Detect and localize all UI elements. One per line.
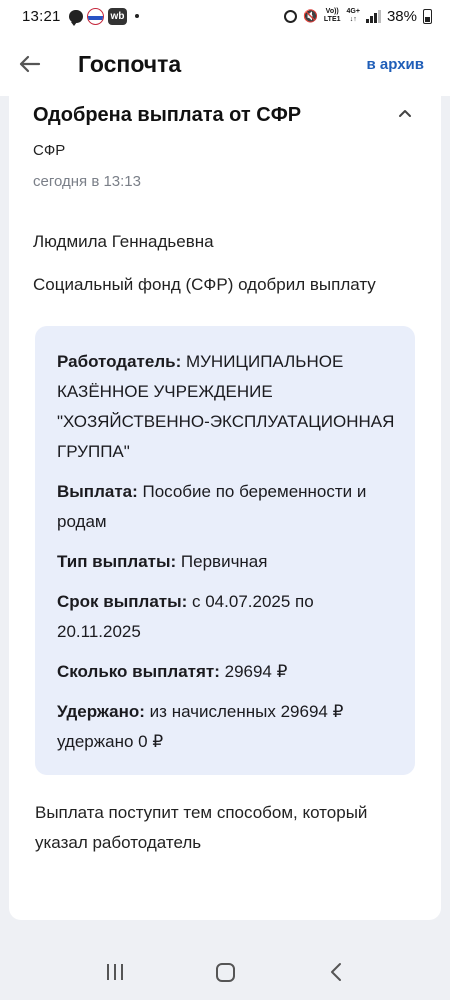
archive-button[interactable]: в архив [367, 56, 424, 73]
recent-apps-button[interactable] [106, 964, 123, 980]
volte-icon: Vo)) LTE1 [323, 8, 341, 23]
status-time: 13:21 [22, 7, 61, 25]
payment-details-box: Работодатель: МУНИЦИПАЛЬНОЕ КАЗЁННОЕ УЧР… [35, 326, 415, 775]
more-notifications-dot-icon [135, 14, 140, 18]
detail-amount: Сколько выплатят: 29694 ₽ [57, 662, 288, 681]
4g-icon: 4G+ ↓↑ [346, 8, 360, 23]
message-header: Одобрена выплата от СФР СФР сегодня в 13… [9, 96, 441, 300]
message-title: Одобрена выплата от СФР [33, 104, 302, 126]
page-title: Госпочта [78, 50, 182, 77]
detail-payment-type: Тип выплаты: Первичная [57, 552, 268, 571]
app-logo-notification-icon [86, 7, 104, 25]
chat-notification-icon [68, 9, 83, 26]
chevron-up-icon[interactable] [395, 104, 415, 124]
message-date: сегодня в 13:13 [33, 173, 141, 190]
notification-icons: wb [68, 7, 140, 26]
system-icons: 🔇 Vo)) LTE1 4G+ ↓↑ 38% [283, 7, 432, 25]
message-body: Социальный фонд (СФР) одобрил выплату [33, 275, 376, 294]
message-footer-note: Выплата поступит тем способом, который у… [35, 803, 368, 852]
arrow-left-icon [19, 55, 41, 73]
mute-icon: 🔇 [302, 9, 318, 23]
battery-percent: 38% [386, 7, 417, 25]
alarm-icon [283, 9, 297, 23]
detail-withheld: Удержано: из начисленных 29694 ₽ удержан… [57, 702, 344, 751]
message-sender: СФР [33, 142, 66, 159]
detail-employer: Работодатель: МУНИЦИПАЛЬНОЕ КАЗЁННОЕ УЧР… [57, 352, 395, 461]
system-nav-bar [0, 944, 450, 1000]
detail-payment-period: Срок выплаты: с 04.07.2025 по 20.11.2025 [57, 592, 314, 641]
battery-icon [423, 8, 432, 24]
back-button[interactable] [0, 32, 60, 96]
home-button[interactable] [216, 962, 236, 982]
back-nav-icon[interactable] [329, 962, 343, 982]
detail-payment: Выплата: Пособие по беременности и родам [57, 482, 367, 531]
message-card: Одобрена выплата от СФР СФР сегодня в 13… [9, 96, 441, 920]
signal-icon [365, 9, 381, 23]
app-bar: Госпочта в архив [0, 32, 450, 96]
status-bar: 13:21 wb 🔇 Vo)) LTE1 4G+ ↓↑ 38% [0, 0, 450, 32]
message-greeting: Людмила Геннадьевна [33, 232, 214, 251]
wb-notification-icon: wb [107, 7, 128, 25]
